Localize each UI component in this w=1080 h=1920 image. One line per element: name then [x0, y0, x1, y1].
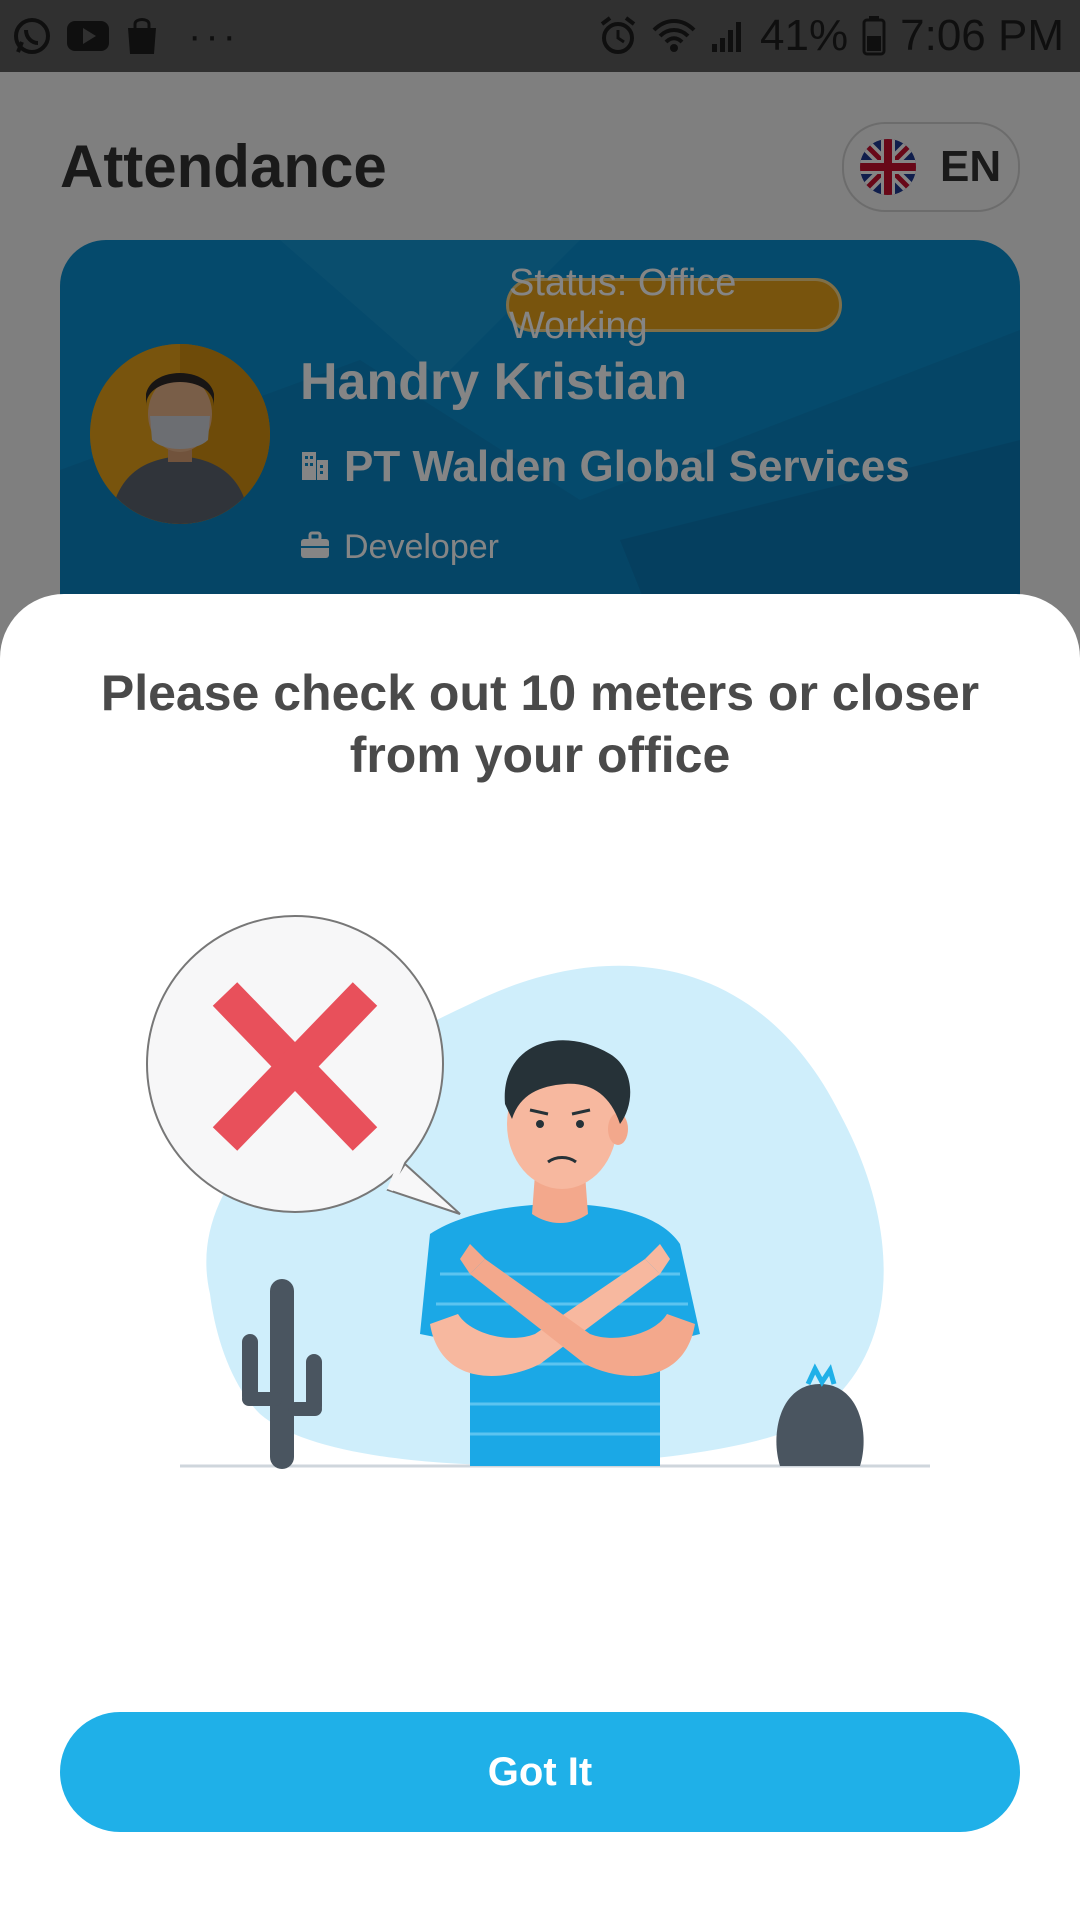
got-it-button[interactable]: Got It	[60, 1712, 1020, 1832]
rejected-person-illustration	[146, 915, 930, 1469]
bottom-sheet-dialog: Please check out 10 meters or closer fro…	[0, 594, 1080, 1920]
dialog-message: Please check out 10 meters or closer fro…	[100, 665, 980, 783]
